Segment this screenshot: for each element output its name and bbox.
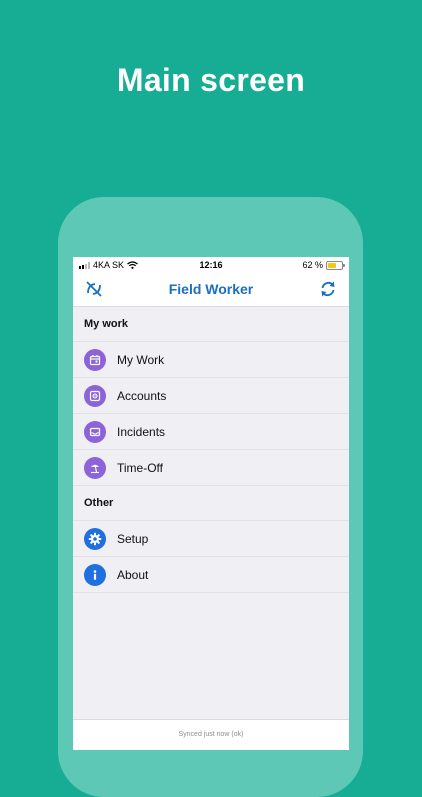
beach-icon [84,456,106,479]
calendar-icon [84,348,106,371]
status-right: 62 % [302,260,345,270]
contact-card-icon [84,384,106,407]
menu-item-label: Setup [117,531,149,546]
menu-item-my-work[interactable]: My Work [73,342,349,378]
sync-status: Synced just now (ok) [73,719,349,750]
sync-icon[interactable] [318,279,338,299]
menu-item-about[interactable]: About [73,557,349,593]
status-bar: 4KA SK 12:16 62 % [73,257,349,273]
gear-icon [84,527,106,550]
section-header-other: Other [73,486,349,521]
menu-item-label: Incidents [117,424,166,439]
menu-item-label: My Work [117,352,165,367]
menu-item-time-off[interactable]: Time-Off [73,450,349,486]
menu-item-accounts[interactable]: Accounts [73,378,349,414]
battery-icon [326,260,345,270]
menu-item-setup[interactable]: Setup [73,521,349,557]
nav-bar: Field Worker [73,273,349,307]
headline: Main screen [116,62,306,98]
menu-item-label: About [117,567,149,582]
menu-item-label: Time-Off [117,460,164,475]
section-header-my-work: My work [73,307,349,342]
inbox-icon [84,420,106,443]
info-icon [84,563,106,586]
app-title: Field Worker [168,281,254,297]
battery-percent: 62 % [302,260,323,270]
menu-item-incidents[interactable]: Incidents [73,414,349,450]
menu-item-label: Accounts [117,388,167,403]
app-screen: 4KA SK 12:16 62 % Field Worker My work M… [73,257,349,750]
